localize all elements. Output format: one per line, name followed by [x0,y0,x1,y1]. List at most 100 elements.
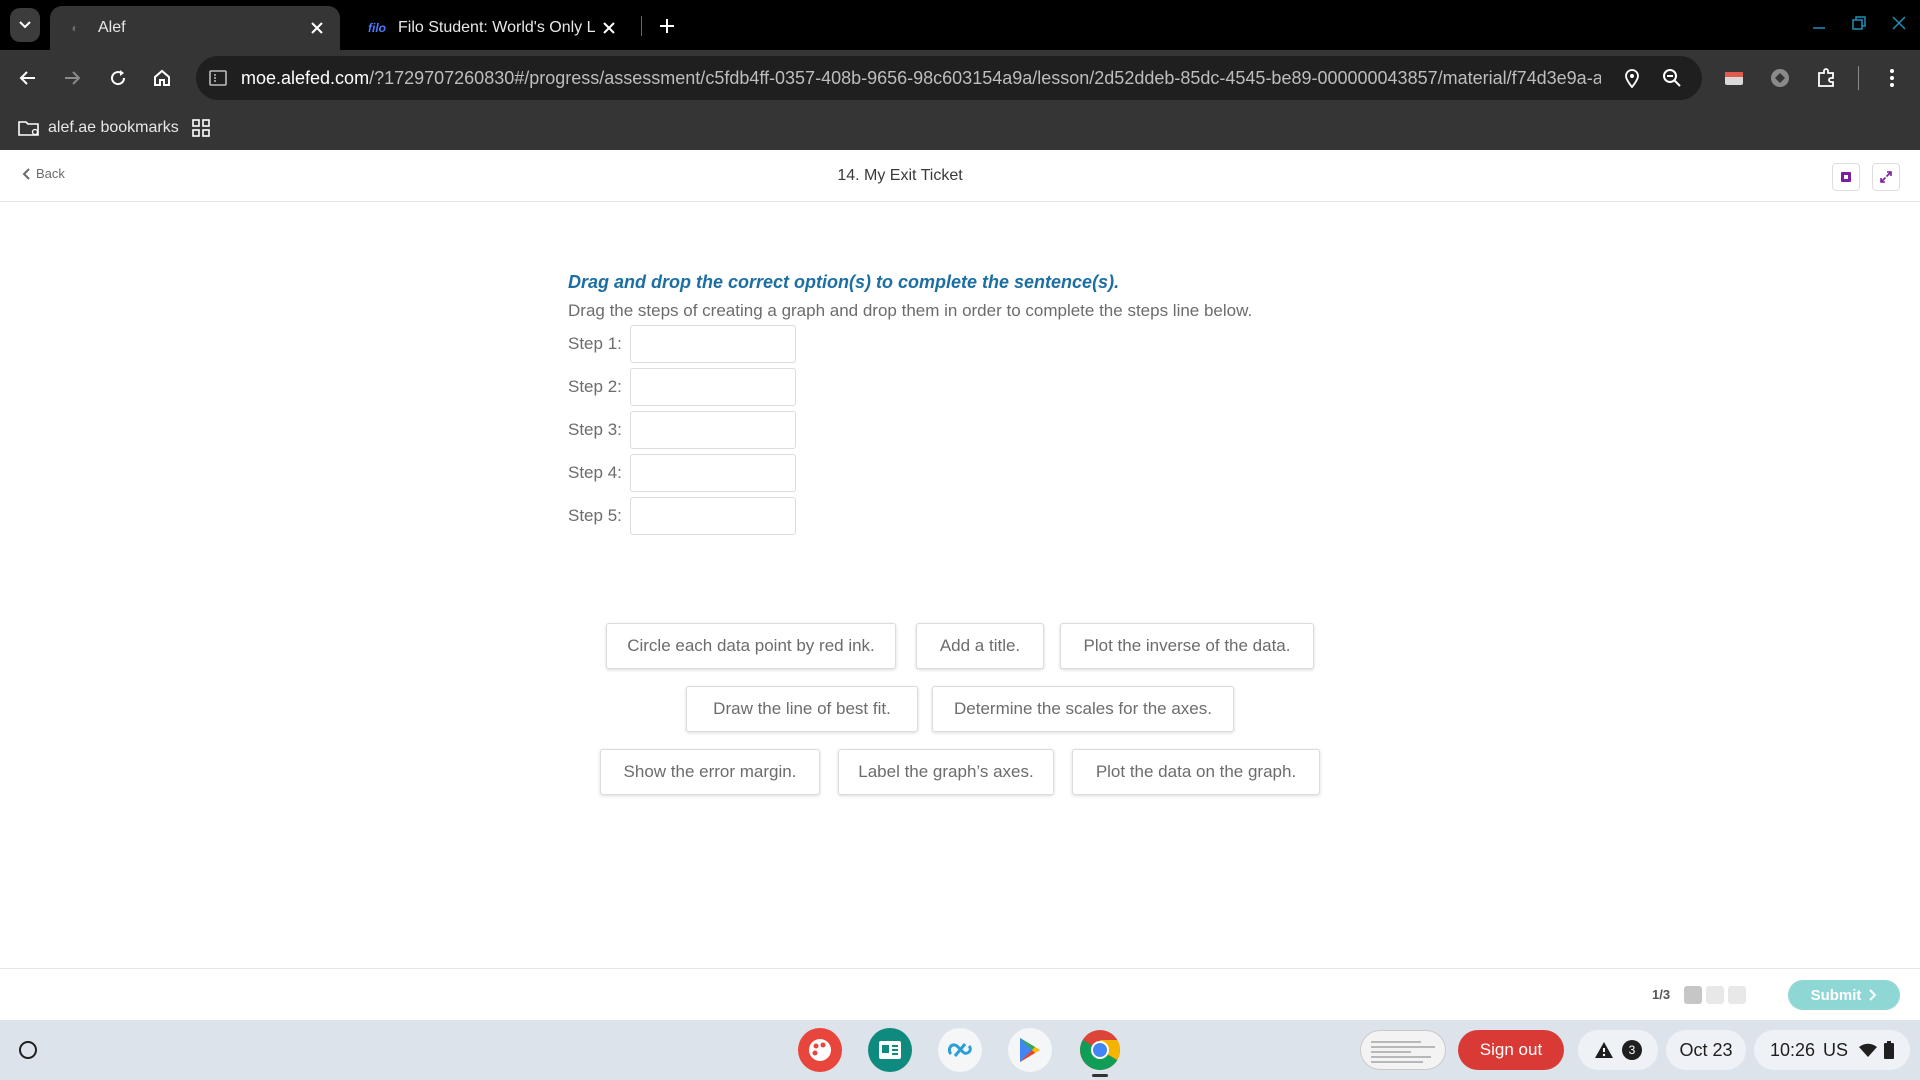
location-button[interactable] [1620,66,1644,90]
classroom-icon [879,1041,901,1059]
close-icon[interactable] [304,15,330,41]
apps-grid-icon [192,119,210,137]
question-prompt: Drag the steps of creating a graph and d… [568,301,1253,320]
extensions-button[interactable] [1810,62,1842,94]
cast-icon [1725,72,1743,85]
step-row: Step 4: [568,453,1388,493]
arrow-right-icon [65,71,81,85]
bookmark-label: alef.ae bookmarks [48,119,179,136]
shelf-app-canvas[interactable] [798,1028,842,1072]
tab-search-button[interactable] [10,8,40,42]
zoom-button[interactable] [1660,66,1684,90]
close-window-button[interactable] [1886,10,1912,36]
question-dot-3[interactable] [1728,986,1746,1004]
expand-icon [1880,171,1892,183]
step-label: Step 1: [568,334,622,353]
running-indicator [1092,1074,1108,1077]
home-button[interactable] [146,62,178,94]
step-row: Step 2: [568,367,1388,407]
submit-button[interactable]: Submit [1788,980,1900,1010]
zoom-icon [1663,69,1681,87]
question-dot-2[interactable] [1706,986,1724,1004]
palette-icon [809,1039,831,1061]
launcher-button[interactable] [8,1030,48,1070]
step-row: Step 5: [568,496,1388,536]
tab-divider [641,16,642,36]
app-badge-icon [1841,172,1851,182]
status-tray[interactable]: 10:26 US [1754,1030,1910,1070]
back-nav-button[interactable] [12,62,44,94]
date-tray[interactable]: Oct 23 [1666,1030,1746,1070]
address-bar[interactable]: moe.alefed.com/?1729707260830#/progress/… [196,56,1702,100]
drag-option[interactable]: Determine the scales for the axes. [932,686,1234,732]
page-header: Back 14. My Exit Ticket [0,150,1920,202]
step-row: Step 3: [568,410,1388,450]
site-info-icon[interactable] [208,68,228,88]
drag-option[interactable]: Circle each data point by red ink. [606,623,896,669]
lesson-page: Back 14. My Exit Ticket Drag and drop th… [0,150,1920,1020]
bookmarks-bar: alef.ae bookmarks [0,106,1920,150]
battery-icon [1884,1041,1895,1059]
date-text: Oct 23 [1679,1039,1733,1060]
drag-option[interactable]: Show the error margin. [600,749,820,795]
screen-capture-thumbnail[interactable] [1360,1030,1446,1070]
wifi-icon [1859,1043,1878,1057]
close-icon [1892,16,1906,30]
tab-title: Filo Student: World's Only Live I [398,19,596,36]
bookmark-folder[interactable]: alef.ae bookmarks [18,114,179,142]
reload-button[interactable] [102,62,134,94]
submit-label: Submit [1810,986,1862,1004]
drop-zone-step-5[interactable] [630,497,796,535]
apps-button[interactable] [192,114,210,142]
clock-text: 10:26 [1769,1039,1816,1060]
shelf-app-link[interactable] [938,1028,982,1072]
question-dot-1[interactable] [1684,986,1702,1004]
puzzle-icon [1818,68,1834,87]
more-vertical-icon [1890,69,1894,87]
drag-option[interactable]: Label the graph’s axes. [838,749,1054,795]
notification-count: 3 [1622,1040,1642,1060]
drop-zone-step-1[interactable] [630,325,796,363]
fullscreen-button[interactable] [1872,163,1900,191]
restore-button[interactable] [1846,10,1872,36]
filo-icon: filo [368,21,386,35]
drag-option[interactable]: Plot the data on the graph. [1072,749,1320,795]
plus-icon [660,19,674,33]
play-store-icon [1020,1038,1040,1062]
extension-button-1[interactable] [1718,62,1750,94]
forward-nav-button[interactable] [56,62,88,94]
chevron-right-icon [1869,989,1877,1001]
drag-option[interactable]: Draw the line of best fit. [686,686,918,732]
link-app-icon [947,1043,972,1057]
browser-menu-button[interactable] [1876,62,1908,94]
browser-toolbar: moe.alefed.com/?1729707260830#/progress/… [0,50,1920,106]
drag-option[interactable]: Plot the inverse of the data. [1060,623,1314,669]
toolbar-divider [1858,66,1859,90]
drop-zone-step-3[interactable] [630,411,796,449]
drop-zone-step-2[interactable] [630,368,796,406]
chevron-down-icon [19,21,31,29]
minimize-button[interactable] [1806,10,1832,36]
tab-alef[interactable]: ◐ Alef [50,6,340,50]
os-shelf: Sign out 3 Oct 23 10:26 US [0,1020,1920,1080]
drag-option[interactable]: Add a title. [916,623,1044,669]
step-label: Step 2: [568,377,622,396]
tool-button[interactable] [1832,163,1860,191]
chrome-icon [1080,1030,1120,1070]
location-pin-icon [1625,69,1639,88]
tab-filo[interactable]: filo Filo Student: World's Only Live I [350,6,632,50]
extension-button-2[interactable] [1764,62,1796,94]
warning-icon [1595,1042,1613,1058]
shelf-app-chrome[interactable] [1078,1028,1122,1072]
sign-out-button[interactable]: Sign out [1458,1030,1564,1070]
folder-icon [18,121,39,136]
shelf-app-play-store[interactable] [1008,1028,1052,1072]
close-icon[interactable] [596,15,622,41]
step-label: Step 5: [568,506,622,525]
restore-icon [1852,16,1866,30]
drop-zone-step-4[interactable] [630,454,796,492]
shelf-app-classroom[interactable] [868,1028,912,1072]
alef-icon: ◐ [71,21,79,35]
notifications-button[interactable]: 3 [1578,1030,1658,1070]
new-tab-button[interactable] [652,12,682,40]
